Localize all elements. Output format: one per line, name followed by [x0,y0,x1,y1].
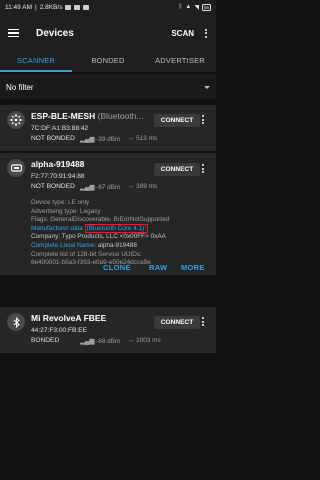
overflow-menu-icon[interactable] [204,28,208,38]
interval-value: ↔ 513 ms [128,135,158,142]
notification-icon [65,4,72,10]
more-button[interactable]: MORE [181,263,205,272]
device-menu-icon[interactable] [202,115,204,126]
battery-icon: 56 [201,3,211,11]
tab-bar: SCANNER BONDED ADVERTISER [0,52,216,72]
advertising-type: Advertising type: Legacy [31,207,101,215]
connect-button[interactable]: CONNECT [154,316,200,329]
app-bar: Devices SCAN [0,14,216,52]
raw-button[interactable]: RAW [149,263,167,272]
filter-dropdown[interactable]: No filter [0,75,216,99]
tab-advertiser[interactable]: ADVERTISER [144,52,216,72]
device-menu-icon[interactable] [202,317,204,328]
bond-state: NOT BONDED [31,135,75,142]
rssi-value: ▂▄▆ -39 dBm [80,136,121,143]
manufacturer-data: Manufacturer data (Bluetooth Core 4.1): [31,223,148,233]
device-card[interactable]: ESP-BLE-MESH (Bluetooth... 7C:DF:A1:B3:8… [0,105,216,151]
device-name: Mi RevolveA FBEE [31,313,107,323]
tab-bonded[interactable]: BONDED [72,52,144,72]
beacon-icon [7,159,25,177]
filter-label: No filter [6,82,34,92]
menu-icon[interactable] [8,28,19,38]
manufacturer-note: (Bluetooth Core 4.1): [84,223,148,233]
device-menu-icon[interactable] [202,164,204,175]
local-name: Complete Local Name: alpha-919488 [31,241,137,249]
interval-value: ↔ 389 ms [128,183,158,190]
device-name: ESP-BLE-MESH (Bluetooth... [31,111,144,121]
device-name: alpha-919488 [31,159,85,169]
bond-state: NOT BONDED [31,183,75,190]
advertising-details: Device type: LE only Advertising type: L… [31,199,169,268]
device-type: Device type: LE only [31,199,90,206]
signal-icon: ▲ [185,4,192,10]
bluetooth-status-icon: ᛒ [178,4,183,10]
rssi-value: ▂▄▆ -88 dBm [80,338,121,345]
notification-icon [83,4,90,10]
connect-button[interactable]: CONNECT [154,163,200,176]
device-card[interactable]: alpha-919488 F2:77:70:91:94:88 NOT BONDE… [0,153,216,275]
bond-state: BONDED [31,337,60,344]
tab-scanner[interactable]: SCANNER [0,52,72,72]
mesh-icon [7,111,25,129]
device-mac: 44:27:F3:00:FB:EE [31,327,88,334]
interval-value: ↔ 1003 ms [128,337,161,344]
notification-icon [74,4,81,10]
status-bar: 11:49 AM | 2.8KB/s ᛒ ▲ ◥ 56 [0,0,216,14]
dropdown-arrow-icon [204,85,210,89]
signal-strength-icon: ▂▄▆ [80,338,95,345]
wifi-icon: ◥ [194,4,199,11]
clone-button[interactable]: CLONE [103,263,131,272]
device-card[interactable]: Mi RevolveA FBEE 44:27:F3:00:FB:EE BONDE… [0,307,216,353]
status-time: 11:49 AM [5,3,32,11]
bluetooth-icon [7,313,25,331]
network-speed: 2.8KB/s [39,3,63,11]
device-subtitle: (Bluetooth... [97,111,144,121]
company: Company: Typo Products, LLC <0x00FF> 0xA… [31,233,166,241]
uuid-list-label: Complete list of 128-bit Service UUIDs: [31,250,142,258]
signal-strength-icon: ▂▄▆ [80,184,95,191]
page-title: Devices [36,27,74,39]
device-mac: 7C:DF:A1:B3:88:42 [31,125,89,132]
rssi-value: ▂▄▆ -67 dBm [80,184,121,191]
signal-strength-icon: ▂▄▆ [80,136,95,143]
device-mac: F2:77:70:91:94:88 [31,173,85,180]
connect-button[interactable]: CONNECT [154,114,200,127]
scan-button[interactable]: SCAN [171,29,194,38]
